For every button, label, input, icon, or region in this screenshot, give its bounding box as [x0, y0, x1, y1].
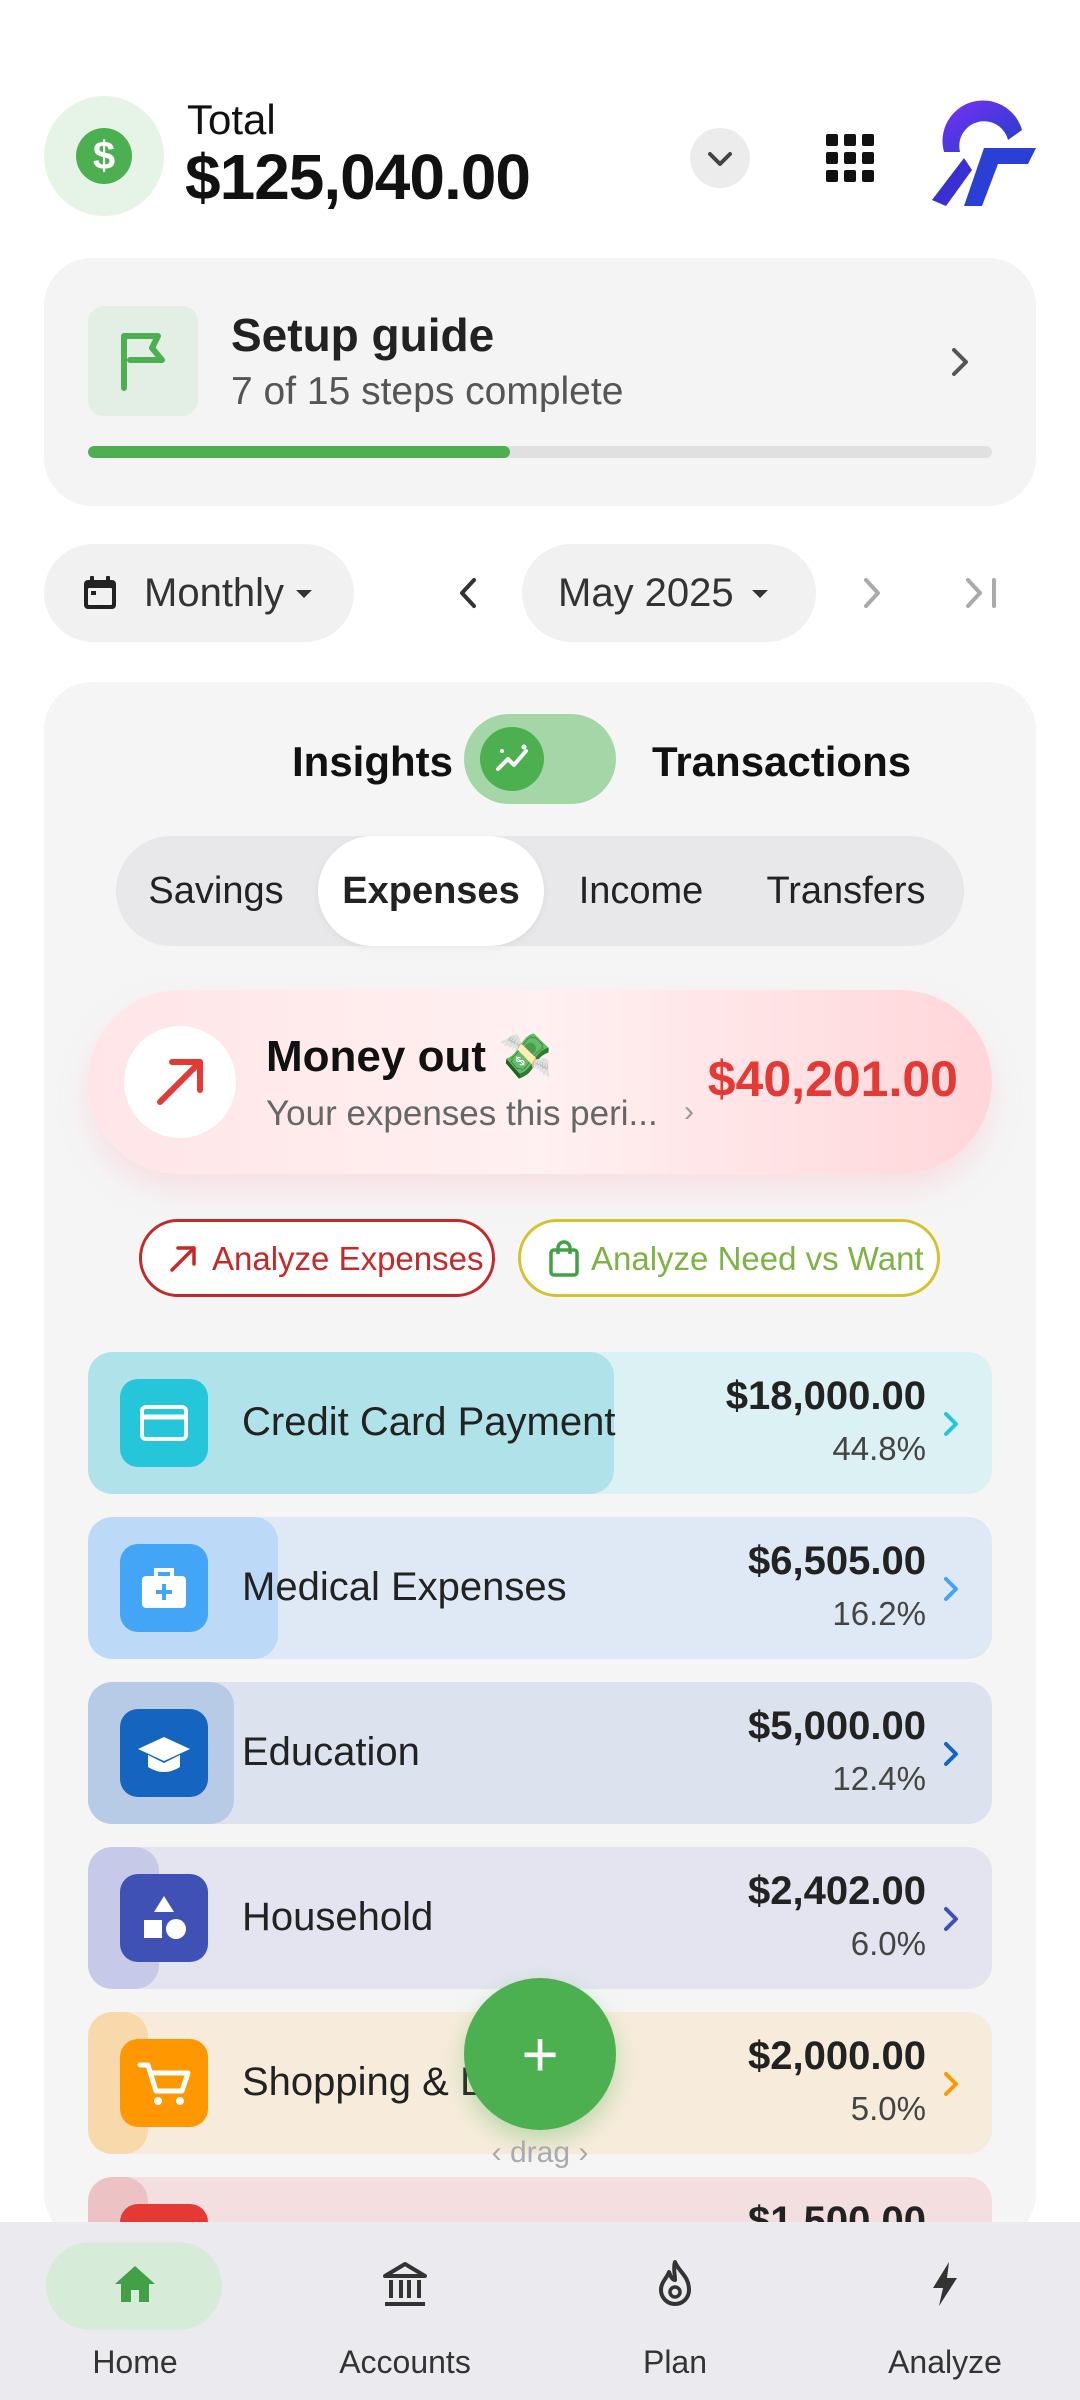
money-out-card[interactable]: Money out 💸 Your expenses this peri... ›…: [88, 990, 992, 1174]
bolt-icon: [933, 2262, 957, 2306]
analyze-need-vs-want-button[interactable]: Analyze Need vs Want: [518, 1219, 940, 1297]
add-transaction-button[interactable]: +: [464, 1978, 616, 2130]
tab-transfers[interactable]: Transfers: [742, 836, 950, 946]
month-selector[interactable]: May 2025: [522, 544, 816, 642]
jump-to-current-button[interactable]: [956, 568, 1006, 618]
tab-expenses[interactable]: Expenses: [318, 836, 544, 946]
apps-grid-button[interactable]: [826, 134, 874, 182]
tab-savings[interactable]: Savings: [126, 836, 306, 946]
caret-down-icon: [752, 590, 768, 598]
setup-progress-bar: [88, 446, 992, 458]
category-row-education[interactable]: Education $5,000.00 12.4%: [88, 1682, 992, 1824]
flame-icon: [659, 2260, 691, 2306]
chevron-right-icon: [944, 2072, 958, 2096]
setup-guide-title: Setup guide: [231, 309, 495, 361]
setup-progress-fill: [88, 446, 510, 458]
money-with-wings-icon: 💸: [498, 1032, 554, 1081]
flag-icon: [121, 333, 165, 391]
nav-plan[interactable]: Plan: [540, 2222, 810, 2400]
drag-hint-text: drag: [509, 2136, 571, 2169]
setup-guide-progress-text: 7 of 15 steps complete: [231, 370, 624, 413]
month-label: May 2025: [558, 571, 734, 615]
insights-transactions-toggle[interactable]: [464, 714, 616, 804]
chevron-right-icon: ›: [570, 2136, 589, 2169]
calendar-icon: [84, 576, 116, 609]
chevron-right-icon: ›: [684, 1095, 694, 1128]
next-period-button[interactable]: [846, 568, 896, 618]
chevron-right-icon: [944, 1907, 958, 1931]
chevron-right-icon: [944, 1742, 958, 1766]
category-row-credit-card[interactable]: Credit Card Payment $18,000.00 44.8%: [88, 1352, 992, 1494]
category-amount: $2,000.00: [748, 2034, 926, 2078]
category-amount: $2,402.00: [748, 1869, 926, 1913]
category-percent: 12.4%: [832, 1760, 926, 1797]
nav-home-label: Home: [92, 2344, 178, 2380]
drag-hint: ‹ drag ›: [476, 2136, 604, 2170]
setup-flag-box: [88, 306, 198, 416]
analyze-expenses-button[interactable]: Analyze Expenses: [139, 1219, 495, 1297]
arrow-up-right-icon: [157, 1059, 203, 1105]
setup-guide-card[interactable]: Setup guide 7 of 15 steps complete: [44, 258, 1036, 506]
toggle-knob: [480, 727, 544, 791]
graduation-cap-icon: [120, 1709, 208, 1797]
category-amount: $5,000.00: [748, 1704, 926, 1748]
frequency-label: Monthly: [144, 571, 285, 615]
nav-home[interactable]: Home: [0, 2222, 270, 2400]
money-out-subtitle: Your expenses this peri...: [266, 1094, 658, 1133]
category-percent: 6.0%: [850, 1925, 926, 1962]
bottom-navigation: Home Accounts Plan Analyze: [0, 2222, 1080, 2400]
category-percent: 5.0%: [850, 2090, 926, 2127]
shopping-cart-icon: [120, 2039, 208, 2127]
category-row-household[interactable]: Household $2,402.00 6.0%: [88, 1847, 992, 1989]
tab-income[interactable]: Income: [556, 836, 726, 946]
bank-icon: [383, 2262, 427, 2306]
medical-kit-icon: [120, 1544, 208, 1632]
money-out-icon-circle: [124, 1026, 236, 1138]
flow-type-tabs: Savings Expenses Income Transfers: [116, 836, 964, 946]
previous-period-button[interactable]: [444, 568, 494, 618]
nav-accounts[interactable]: Accounts: [270, 2222, 540, 2400]
shopping-bag-icon: [549, 1240, 579, 1277]
chevron-down-icon: [708, 152, 732, 166]
money-out-value: $40,201.00: [707, 1051, 958, 1107]
transactions-label[interactable]: Transactions: [652, 738, 911, 786]
nav-analyze[interactable]: Analyze: [810, 2222, 1080, 2400]
home-icon: [115, 2266, 155, 2302]
arrow-up-right-icon: [170, 1246, 196, 1272]
category-percent: 44.8%: [832, 1430, 926, 1467]
chevron-right-icon: [952, 348, 968, 376]
chevron-right-icon: [944, 1412, 958, 1436]
dollar-icon: $: [76, 128, 132, 184]
category-label: Household: [242, 1895, 434, 1939]
nav-plan-label: Plan: [642, 2344, 708, 2380]
total-value: $125,040.00: [185, 141, 531, 213]
category-percent: 16.2%: [832, 1595, 926, 1632]
account-dropdown-button[interactable]: [690, 128, 750, 188]
total-balance-icon: $: [44, 96, 164, 216]
analyze-expenses-label: Analyze Expenses: [212, 1240, 484, 1277]
chevron-right-icon: [944, 1577, 958, 1601]
category-amount: $18,000.00: [725, 1374, 926, 1418]
plus-icon: +: [521, 2018, 559, 2090]
total-label: Total: [187, 96, 276, 143]
credit-card-icon: [120, 1379, 208, 1467]
chevron-left-icon: ‹: [491, 2136, 510, 2169]
app-logo[interactable]: [924, 100, 1040, 214]
insights-label[interactable]: Insights: [292, 738, 453, 786]
nav-analyze-label: Analyze: [888, 2344, 1002, 2380]
trend-sparkle-icon: [496, 744, 528, 771]
analyze-need-vs-want-label: Analyze Need vs Want: [591, 1240, 924, 1277]
nav-accounts-label: Accounts: [339, 2344, 471, 2380]
shapes-icon: [120, 1874, 208, 1962]
category-label: Medical Expenses: [242, 1565, 567, 1609]
category-label: Credit Card Payment: [242, 1400, 616, 1444]
header: $ Total $125,040.00: [0, 0, 1080, 240]
caret-down-icon: [296, 590, 312, 598]
frequency-selector[interactable]: Monthly: [44, 544, 354, 642]
category-row-medical[interactable]: Medical Expenses $6,505.00 16.2%: [88, 1517, 992, 1659]
category-amount: $6,505.00: [748, 1539, 926, 1583]
money-out-title-text: Money out: [266, 1032, 486, 1081]
money-out-title: Money out 💸: [266, 1030, 553, 1082]
category-label: Education: [242, 1730, 420, 1774]
